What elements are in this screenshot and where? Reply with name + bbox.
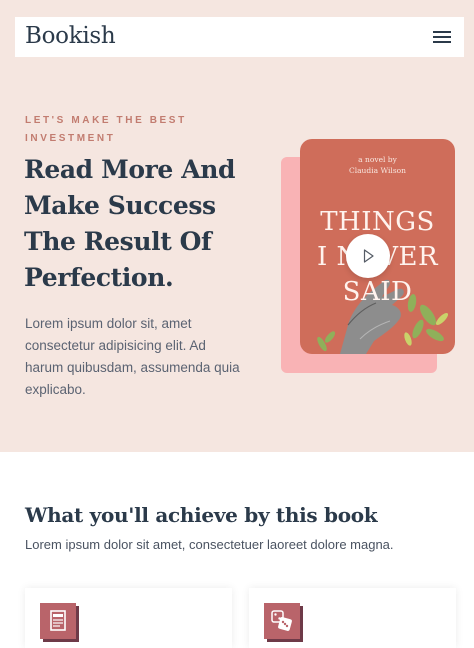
hamburger-menu-icon[interactable]	[431, 29, 453, 45]
achieve-section-lead: Lorem ipsum dolor sit amet, consectetuer…	[25, 537, 394, 552]
cover-byline-label: a novel by	[358, 155, 397, 164]
cover-byline: a novel by Claudia Wilson	[300, 154, 455, 176]
navbar: Bookish	[15, 17, 464, 57]
feature-card	[249, 588, 456, 648]
play-video-button[interactable]	[346, 234, 390, 278]
achieve-section-title: What you'll achieve by this book	[25, 503, 378, 527]
brand-logo[interactable]: Bookish	[25, 23, 116, 49]
hero-section: Bookish LET'S MAKE THE BEST INVESTMENT R…	[0, 0, 474, 452]
play-icon	[363, 249, 374, 263]
dice-icon	[264, 603, 300, 639]
hero-eyebrow: LET'S MAKE THE BEST INVESTMENT	[25, 115, 187, 144]
cover-author: Claudia Wilson	[348, 166, 407, 175]
hero-headline: Read More And Make Success The Result Of…	[24, 155, 236, 292]
cover-title-line-3: SAID	[342, 277, 413, 307]
feature-card	[25, 588, 232, 648]
hero-lead: Lorem ipsum dolor sit, amet consectetur …	[25, 316, 240, 397]
document-icon	[40, 603, 76, 639]
